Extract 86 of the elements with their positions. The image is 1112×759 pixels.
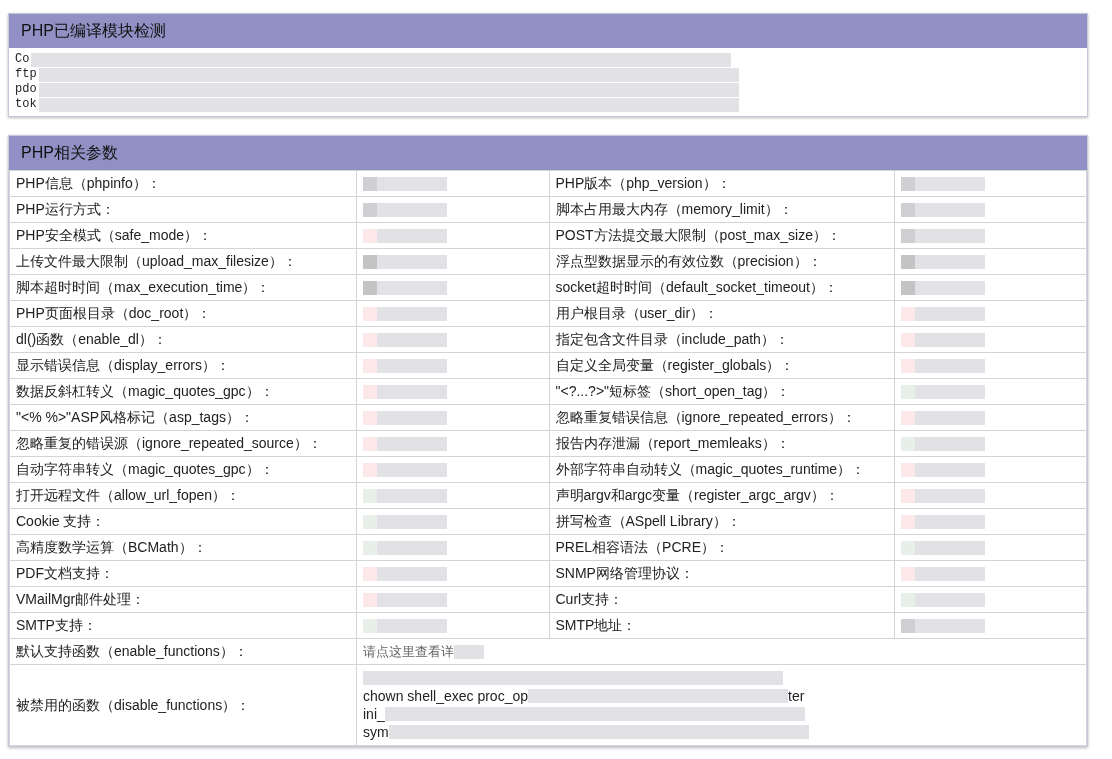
param-label: 默认支持函数（enable_functions）： <box>16 643 248 659</box>
param-label: 忽略重复错误信息（ignore_repeated_errors）： <box>555 409 856 425</box>
pixelated-block <box>377 410 447 425</box>
param-label: 高精度数学运算（BCMath）： <box>16 539 207 555</box>
details-link[interactable]: 请点这里查看详 <box>363 641 454 662</box>
param-label: 上传文件最大限制（upload_max_filesize）： <box>16 253 297 269</box>
pixelated-block <box>377 566 447 581</box>
param-label: 打开远程文件（allow_url_fopen）： <box>16 487 241 503</box>
pixelated-block <box>377 592 447 607</box>
pixelated-block <box>377 202 447 217</box>
module-text: tok <box>15 97 37 112</box>
param-label: 外部字符串自动转义（magic_quotes_runtime）： <box>555 461 866 477</box>
pixelated-block <box>914 254 985 269</box>
pixelated-block <box>914 332 985 347</box>
function-list-text: ini_ <box>363 704 385 724</box>
pixelated-block <box>914 280 985 295</box>
param-label: 脚本超时时间（max_execution_time）： <box>16 279 271 295</box>
pixelated-block <box>377 618 447 633</box>
param-label: PREL相容语法（PCRE）： <box>555 539 729 555</box>
pixelated-block <box>914 358 985 373</box>
pixelated-block <box>914 202 985 217</box>
pixelated-block <box>377 358 447 373</box>
pixelated-block <box>377 540 447 555</box>
pixelated-block <box>914 540 985 555</box>
panel-title: PHP已编译模块检测 <box>21 21 166 41</box>
function-list-text: sym <box>363 722 389 742</box>
pixelated-block <box>377 462 447 477</box>
param-label: "<% %>"ASP风格标记（asp_tags）： <box>16 409 254 425</box>
pixelated-block <box>454 644 484 659</box>
pixelated-block <box>914 306 985 321</box>
param-label: dl()函数（enable_dl）： <box>16 331 167 347</box>
pixelated-block <box>377 384 447 399</box>
param-label: 用户根目录（user_dir）： <box>555 305 719 321</box>
param-label: PHP运行方式： <box>16 201 115 217</box>
pixelated-block <box>377 176 447 191</box>
pixelated-block <box>914 514 985 529</box>
param-label: SNMP网络管理协议： <box>555 565 694 581</box>
param-label: 自定义全局变量（register_globals）： <box>555 357 795 373</box>
pixelated-block <box>914 618 985 633</box>
pixelated-block <box>377 306 447 321</box>
function-list-text: ter <box>788 686 805 706</box>
param-label: 浮点型数据显示的有效位数（precision）： <box>555 253 822 269</box>
param-label: PHP安全模式（safe_mode）： <box>16 227 213 243</box>
panel-title: PHP相关参数 <box>21 143 118 163</box>
param-label: 声明argv和argc变量（register_argc_argv）： <box>555 487 839 503</box>
param-label: PHP版本（php_version）： <box>555 175 731 191</box>
param-label: POST方法提交最大限制（post_max_size）： <box>555 227 841 243</box>
pixelated-block <box>914 462 985 477</box>
module-text: ftp <box>15 67 37 82</box>
param-label: 脚本占用最大内存（memory_limit）： <box>555 201 793 217</box>
param-label: "<?...?>"短标签（short_open_tag）： <box>555 383 791 399</box>
param-label: PHP页面根目录（doc_root）： <box>16 305 212 321</box>
param-label: socket超时时间（default_socket_timeout）： <box>555 279 838 295</box>
pixelated-block <box>914 566 985 581</box>
pixelated-block <box>377 280 447 295</box>
param-label: 忽略重复的错误源（ignore_repeated_source）： <box>16 435 322 451</box>
pixelated-block <box>377 488 447 503</box>
param-label: Cookie 支持： <box>16 513 106 529</box>
module-text: pdo <box>15 82 37 97</box>
pixelated-block <box>914 592 985 607</box>
param-label: 指定包含文件目录（include_path）： <box>555 331 789 347</box>
pixelated-block <box>377 228 447 243</box>
param-label: PHP信息（phpinfo）： <box>16 175 161 191</box>
param-label: 被禁用的函数（disable_functions）： <box>16 696 251 713</box>
module-text: Co <box>15 52 30 67</box>
param-label: 拼写检查（ASpell Library）： <box>555 513 741 529</box>
pixelated-block <box>914 410 985 425</box>
param-label: 数据反斜杠转义（magic_quotes_gpc）： <box>16 383 274 399</box>
param-label: VMailMgr邮件处理： <box>16 591 146 607</box>
pixelated-block <box>377 436 447 451</box>
param-label: 报告内存泄漏（report_memleaks）： <box>555 435 790 451</box>
pixelated-block <box>377 514 447 529</box>
function-list-text: chown shell_exec proc_op <box>363 686 528 706</box>
param-label: SMTP支持： <box>16 617 97 633</box>
param-label: SMTP地址： <box>555 617 637 633</box>
param-label: 自动字符串转义（magic_quotes_gpc）： <box>16 461 274 477</box>
param-label: 显示错误信息（display_errors）： <box>16 357 230 373</box>
pixelated-block <box>914 384 985 399</box>
param-label: Curl支持： <box>555 591 624 607</box>
pixelated-block <box>914 176 985 191</box>
pixelated-block <box>914 436 985 451</box>
pixelated-block <box>914 488 985 503</box>
pixelated-block <box>377 254 447 269</box>
param-label: PDF文档支持： <box>16 565 114 581</box>
pixelated-block <box>377 332 447 347</box>
pixelated-block <box>914 228 985 243</box>
